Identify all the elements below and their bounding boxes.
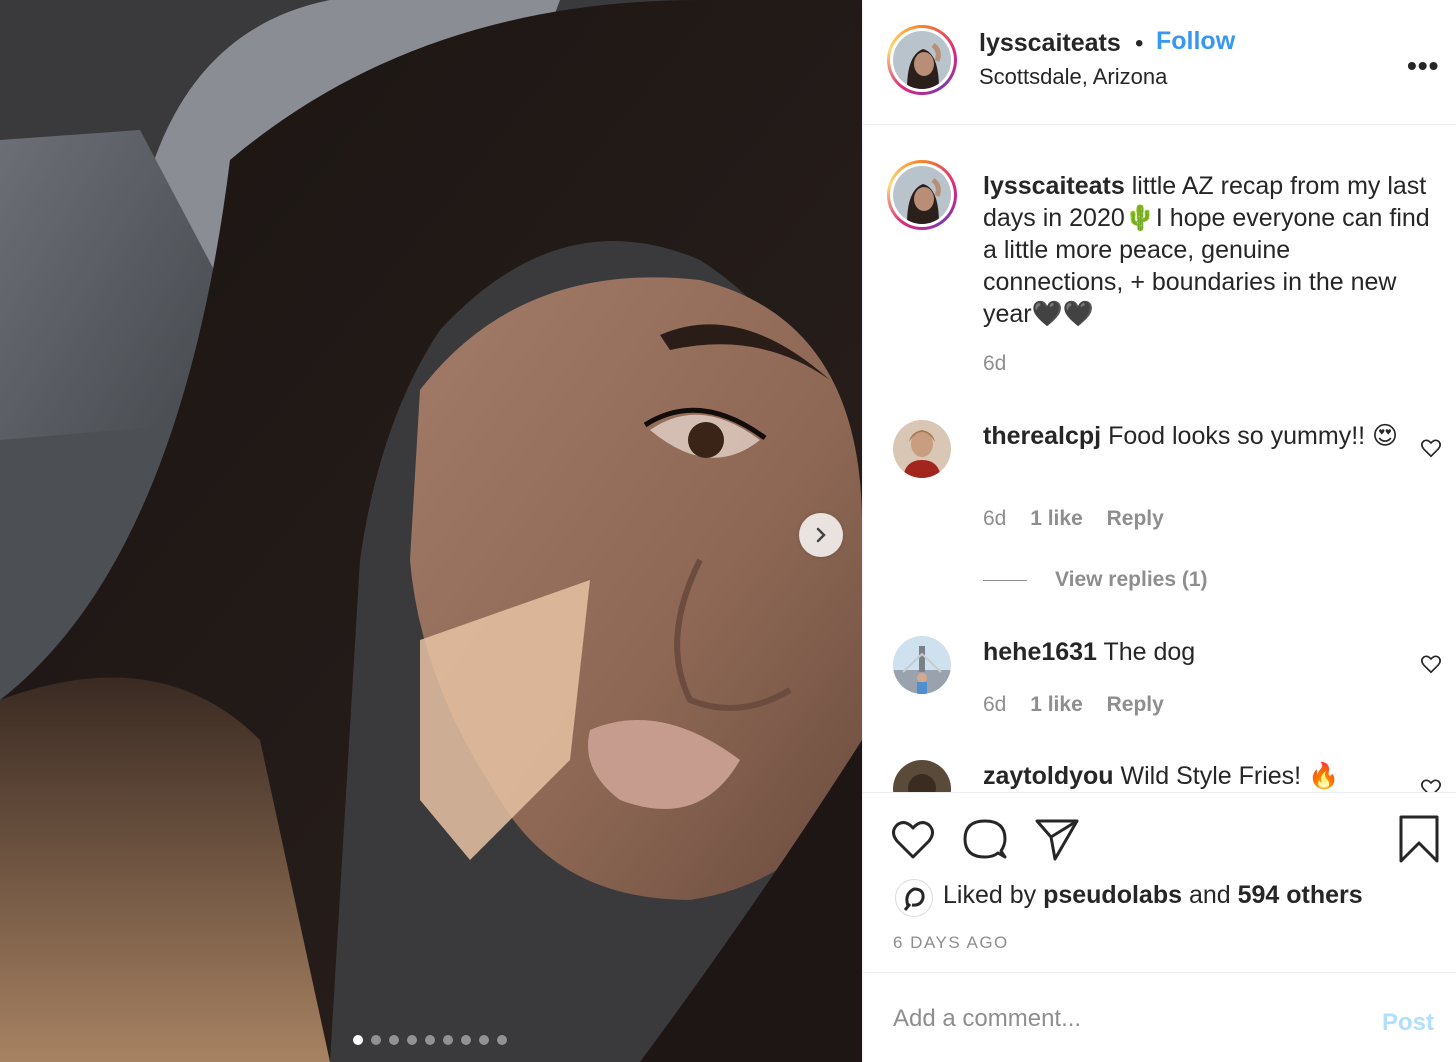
- carousel-dots: [353, 1035, 515, 1045]
- more-options-icon[interactable]: •••: [1407, 50, 1439, 82]
- carousel-dot: [443, 1035, 453, 1045]
- comment-body: zaytoldyou Wild Style Fries! 🔥: [983, 760, 1403, 792]
- comment-text: Food looks so yummy!! 😍: [1108, 422, 1399, 450]
- liker-username[interactable]: pseudolabs: [1043, 881, 1182, 909]
- follow-button[interactable]: Follow: [1156, 27, 1235, 56]
- bookmark-icon[interactable]: [1395, 815, 1443, 863]
- carousel-dot: [389, 1035, 399, 1045]
- caption-avatar-image: [893, 166, 951, 224]
- view-replies-button[interactable]: View replies (1): [1055, 568, 1208, 592]
- post-location[interactable]: Scottsdale, Arizona: [979, 64, 1167, 90]
- commenter-avatar-image: [893, 420, 951, 478]
- comment-bubble-icon[interactable]: [961, 815, 1009, 863]
- carousel-dot: [479, 1035, 489, 1045]
- carousel-dot: [371, 1035, 381, 1045]
- liked-by-summary: Liked by pseudolabs and 594 others: [943, 881, 1363, 910]
- post-photo[interactable]: [0, 0, 862, 1062]
- replies-divider: [983, 580, 1027, 581]
- caption-avatar[interactable]: [887, 160, 957, 230]
- like-comment-heart-icon[interactable]: [1420, 437, 1442, 459]
- comment-body: hehe1631 The dog: [983, 636, 1403, 668]
- author-username[interactable]: lysscaiteats: [979, 29, 1121, 58]
- liked-by-prefix: Liked by: [943, 881, 1037, 909]
- comment-avatar[interactable]: [893, 420, 951, 478]
- comment-text: The dog: [1103, 638, 1196, 666]
- comments-list[interactable]: lysscaiteats little AZ recap from my las…: [863, 126, 1456, 792]
- post-actions: Liked by pseudolabs and 594 others 6 DAY…: [863, 792, 1456, 972]
- liker-avatar[interactable]: [895, 879, 933, 917]
- separator-dot: •: [1135, 30, 1144, 57]
- post-details-panel: lysscaiteats • Follow Scottsdale, Arizon…: [862, 0, 1456, 1062]
- comment-body: therealcpj Food looks so yummy!! 😍: [983, 420, 1403, 452]
- comment-text: Wild Style Fries! 🔥: [1120, 762, 1340, 790]
- likes-count-button[interactable]: 594 others: [1238, 881, 1363, 909]
- comment-username[interactable]: therealcpj: [983, 422, 1101, 450]
- comment-likes[interactable]: 1 like: [1030, 693, 1083, 716]
- commenter-avatar-image: [893, 760, 951, 792]
- selfie-image: [0, 0, 862, 1062]
- like-comment-heart-icon[interactable]: [1420, 777, 1442, 792]
- post-comment-button[interactable]: Post: [1382, 1009, 1434, 1037]
- carousel-dot: [461, 1035, 471, 1045]
- carousel-dot: [425, 1035, 435, 1045]
- comment-username[interactable]: zaytoldyou: [983, 762, 1114, 790]
- comment-likes[interactable]: 1 like: [1030, 507, 1083, 530]
- carousel-dot: [497, 1035, 507, 1045]
- like-heart-icon[interactable]: [889, 815, 937, 863]
- post-timestamp[interactable]: 6 DAYS AGO: [893, 933, 1009, 953]
- caption: lysscaiteats little AZ recap from my las…: [983, 170, 1433, 330]
- pseudolabs-logo-icon: [903, 887, 925, 911]
- caption-age[interactable]: 6d: [983, 352, 1006, 376]
- comment-age[interactable]: 6d: [983, 507, 1006, 530]
- liked-by-and: and: [1188, 881, 1231, 909]
- next-photo-button[interactable]: [799, 513, 843, 557]
- carousel-dot: [353, 1035, 363, 1045]
- author-avatar[interactable]: [887, 25, 957, 95]
- author-avatar-image: [893, 31, 951, 89]
- post-header: lysscaiteats • Follow Scottsdale, Arizon…: [863, 0, 1456, 125]
- carousel-dot: [407, 1035, 417, 1045]
- reply-button[interactable]: Reply: [1107, 507, 1164, 530]
- chevron-right-icon: [816, 527, 826, 543]
- like-comment-heart-icon[interactable]: [1420, 653, 1442, 675]
- comment-avatar[interactable]: [893, 636, 951, 694]
- caption-username[interactable]: lysscaiteats: [983, 172, 1125, 200]
- comment-avatar[interactable]: [893, 760, 951, 792]
- reply-button[interactable]: Reply: [1107, 693, 1164, 716]
- comment-meta: 6d 1 like Reply: [983, 693, 1164, 717]
- commenter-avatar-image: [893, 636, 951, 694]
- comment-username[interactable]: hehe1631: [983, 638, 1097, 666]
- share-send-icon[interactable]: [1033, 815, 1081, 863]
- add-comment-bar: Post: [863, 972, 1456, 1062]
- comment-age[interactable]: 6d: [983, 693, 1006, 716]
- comment-meta: 6d 1 like Reply: [983, 507, 1164, 531]
- comment-input[interactable]: [893, 999, 1353, 1039]
